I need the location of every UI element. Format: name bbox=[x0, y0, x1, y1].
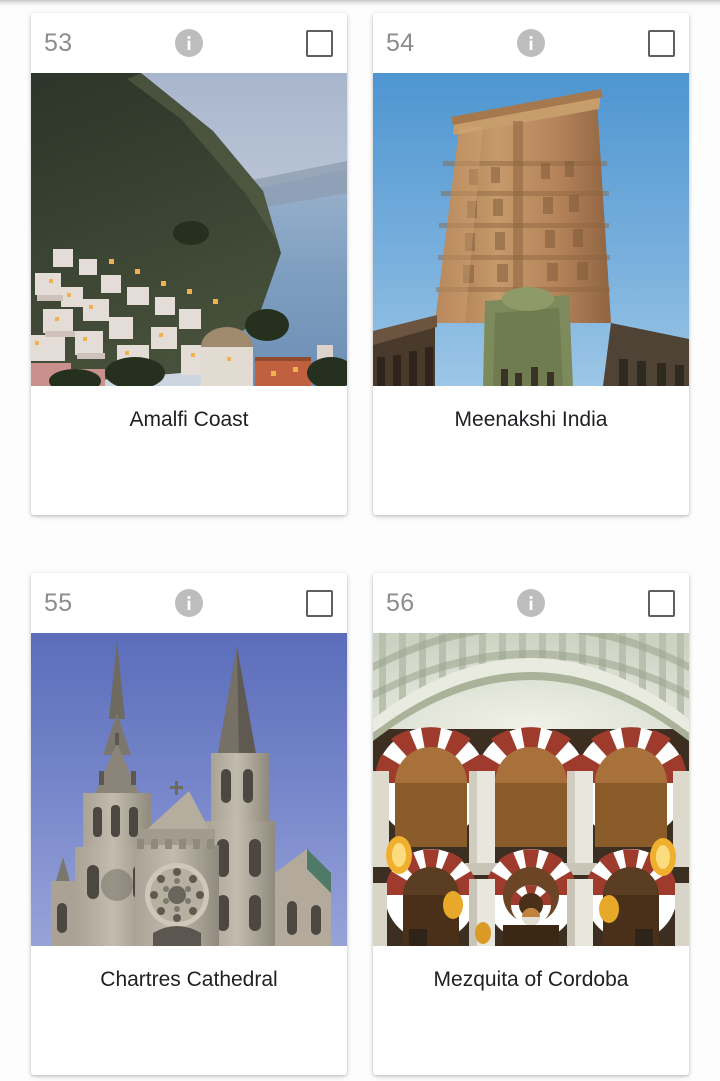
info-icon[interactable] bbox=[517, 29, 546, 57]
card-image[interactable] bbox=[31, 73, 347, 386]
info-icon[interactable] bbox=[175, 589, 204, 618]
card-header: 55 bbox=[31, 573, 347, 634]
top-scroll-shadow bbox=[0, 0, 720, 7]
select-checkbox[interactable] bbox=[648, 589, 676, 617]
card-caption: Amalfi Coast bbox=[129, 408, 249, 431]
info-icon[interactable] bbox=[517, 589, 546, 618]
card-caption: Mezquita of Cordoba bbox=[433, 968, 629, 992]
card-number: 54 bbox=[386, 28, 415, 57]
card-image[interactable] bbox=[31, 633, 347, 947]
card-item[interactable]: 55 Chartres Cathedral bbox=[31, 573, 347, 1076]
select-checkbox[interactable] bbox=[306, 589, 334, 617]
card-body bbox=[373, 432, 689, 515]
card-number: 55 bbox=[44, 588, 73, 617]
info-icon[interactable] bbox=[175, 29, 204, 57]
card-caption: Meenakshi India bbox=[454, 408, 608, 431]
select-checkbox[interactable] bbox=[648, 29, 676, 57]
card-image[interactable] bbox=[373, 73, 689, 386]
card-header: 54 bbox=[373, 13, 689, 73]
card-header: 53 bbox=[31, 13, 347, 73]
card-item[interactable]: 54 Meenakshi India bbox=[373, 13, 689, 516]
card-item[interactable]: 53 Amalfi Coast bbox=[31, 13, 347, 516]
card-header: 56 bbox=[373, 573, 689, 634]
card-caption: Chartres Cathedral bbox=[100, 968, 278, 992]
card-number: 53 bbox=[44, 28, 73, 57]
card-image[interactable] bbox=[373, 633, 689, 947]
card-number: 56 bbox=[386, 588, 415, 617]
card-body bbox=[31, 992, 347, 1075]
card-item[interactable]: 56 Mezquita of Cordoba bbox=[373, 573, 689, 1076]
card-body bbox=[31, 432, 347, 515]
card-body bbox=[373, 992, 689, 1075]
card-grid: 53 Amalfi Coast 54 Meenakshi India 55 Ch… bbox=[31, 13, 720, 1076]
select-checkbox[interactable] bbox=[306, 29, 334, 57]
